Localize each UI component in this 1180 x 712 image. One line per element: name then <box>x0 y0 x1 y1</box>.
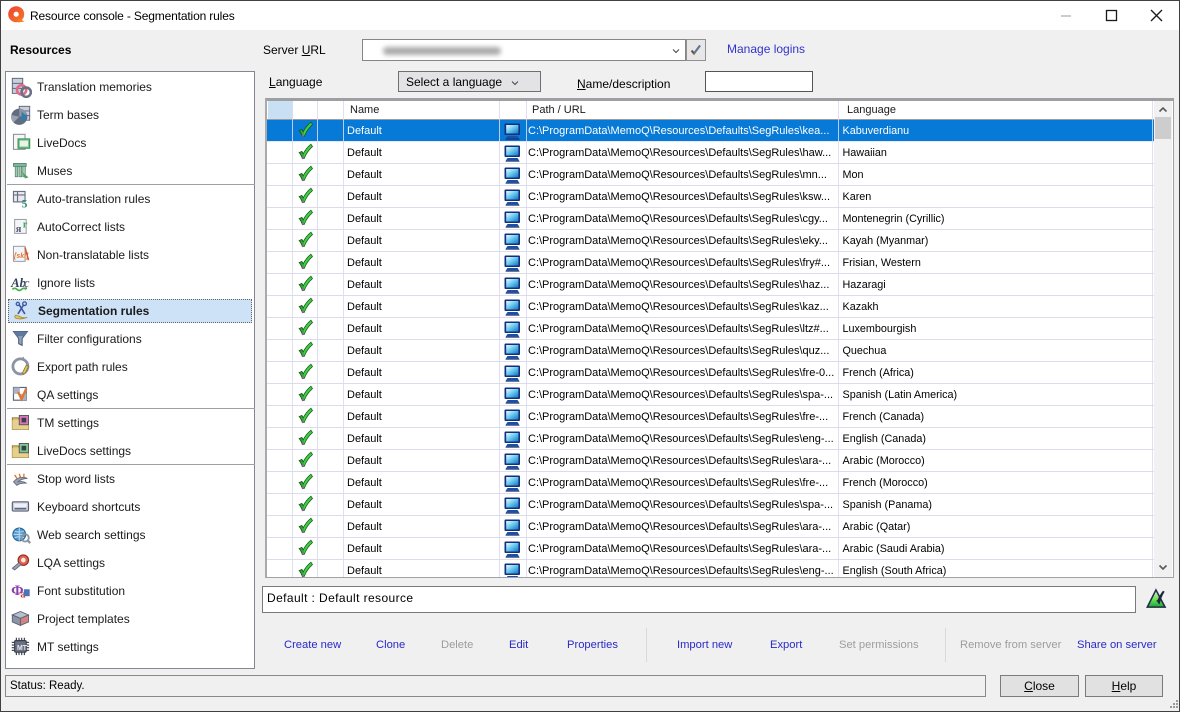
svg-text:я: я <box>16 224 22 235</box>
svg-text:MT: MT <box>17 645 28 652</box>
svg-text:5: 5 <box>22 198 28 210</box>
svg-text:r: r <box>23 220 28 231</box>
